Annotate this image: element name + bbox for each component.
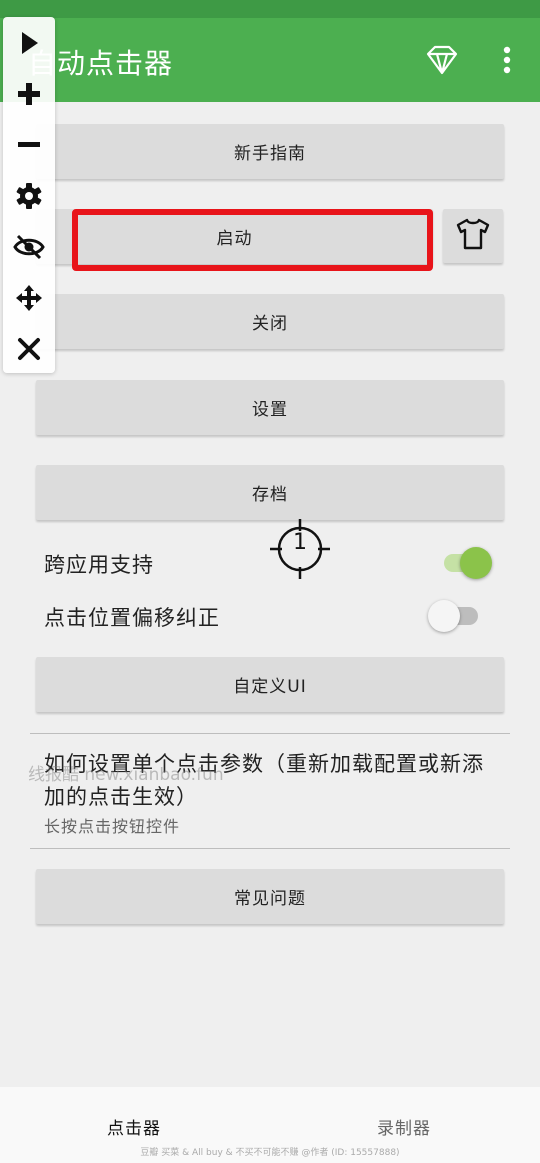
- footer-caption: 豆瓣 买菜 & All buy & 不买不可能不赚 @作者 (ID: 15557…: [140, 1148, 400, 1158]
- minus-icon[interactable]: [13, 129, 45, 161]
- floating-control-bar: [3, 17, 55, 373]
- close-icon[interactable]: [13, 333, 45, 365]
- cross-app-support-label: 跨应用支持: [44, 553, 154, 577]
- tab-recorder[interactable]: 录制器: [377, 1114, 431, 1139]
- play-icon[interactable]: [13, 27, 45, 59]
- cross-app-support-toggle[interactable]: [440, 545, 494, 579]
- more-vert-icon[interactable]: [492, 40, 522, 80]
- plus-icon[interactable]: [13, 78, 45, 110]
- theme-button[interactable]: [443, 209, 503, 263]
- watermark: 线报酷 new.xianbao.fun: [28, 765, 224, 785]
- shirt-icon: [454, 217, 492, 255]
- gear-icon[interactable]: [13, 180, 45, 212]
- move-icon[interactable]: [13, 282, 45, 314]
- guide-button[interactable]: 新手指南: [36, 124, 504, 179]
- app-bar: 自动点击器: [0, 18, 540, 102]
- settings-button[interactable]: 设置: [36, 380, 504, 435]
- start-highlight-frame: [72, 209, 433, 271]
- divider-top: [30, 733, 510, 734]
- offset-correction-label: 点击位置偏移纠正: [44, 606, 220, 630]
- bottom-navigation: 点击器 录制器 豆瓣 买菜 & All buy & 不买不可能不赚 @作者 (I…: [0, 1087, 540, 1163]
- offset-correction-toggle[interactable]: [428, 598, 482, 632]
- eye-off-icon[interactable]: [13, 231, 45, 263]
- custom-ui-button[interactable]: 自定义UI: [36, 657, 504, 712]
- tab-clicker[interactable]: 点击器: [107, 1114, 161, 1139]
- close-button[interactable]: 关闭: [36, 294, 504, 349]
- status-bar: [0, 0, 540, 18]
- click-target-number: 1: [293, 530, 307, 555]
- click-params-help-subtitle: 长按点击按钮控件: [44, 817, 181, 836]
- archive-button[interactable]: 存档: [36, 465, 504, 520]
- diamond-icon[interactable]: [424, 42, 460, 78]
- divider-bottom: [30, 848, 510, 849]
- faq-button[interactable]: 常见问题: [36, 869, 504, 924]
